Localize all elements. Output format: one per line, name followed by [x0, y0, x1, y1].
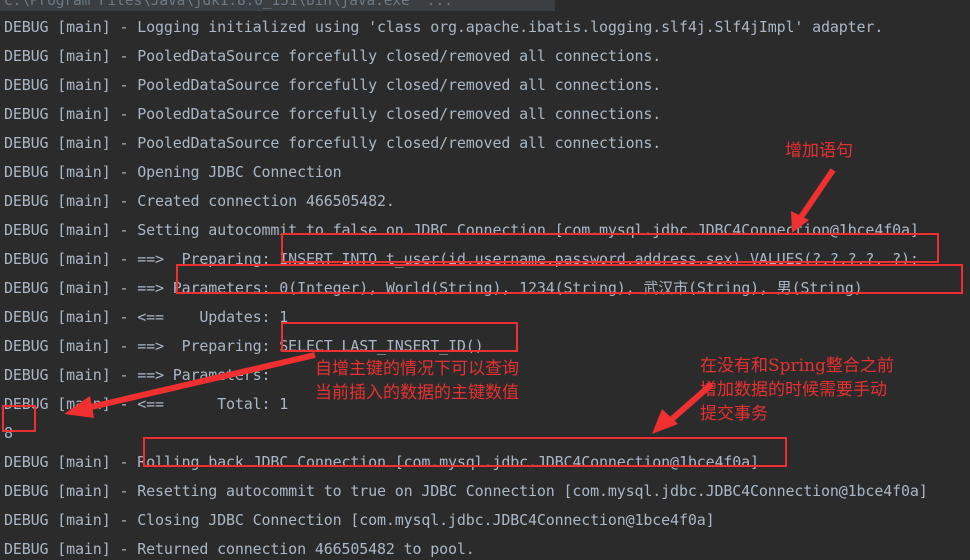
log-line: DEBUG [main] - Closing JDBC Connection […: [4, 511, 715, 529]
annotation-transaction-line2: 增加数据的时候需要手动: [700, 380, 887, 400]
annotation-transaction-line1: 在没有和Spring整合之前: [700, 356, 894, 376]
log-line: DEBUG [main] - Created connection 466505…: [4, 192, 395, 210]
log-line: DEBUG [main] - PooledDataSource forceful…: [4, 105, 662, 123]
log-line: DEBUG [main] - Setting autocommit to fal…: [4, 221, 919, 239]
log-line: DEBUG [main] - PooledDataSource forceful…: [4, 76, 662, 94]
log-line: DEBUG [main] - <== Updates: 1: [4, 308, 289, 326]
log-line-total: DEBUG [main] - <== Total: 1: [4, 395, 289, 413]
annotation-autoincrement-key-line1: 自增主键的情况下可以查询: [315, 359, 519, 379]
log-line: DEBUG [main] - ==> Parameters:: [4, 366, 280, 384]
log-line: DEBUG [main] - Returned connection 46650…: [4, 540, 475, 558]
log-line-select-lastid: DEBUG [main] - ==> Preparing: SELECT LAS…: [4, 337, 484, 355]
generated-key-output: 8: [4, 424, 14, 442]
log-line-rollback: DEBUG [main] - Rolling back JDBC Connect…: [4, 453, 759, 471]
log-line: DEBUG [main] - PooledDataSource forceful…: [4, 134, 662, 152]
log-line: DEBUG [main] - Resetting autocommit to t…: [4, 482, 928, 500]
console-screenshot: C:\Program Files\Java\jdk1.8.0_151\bin\j…: [0, 0, 970, 560]
annotation-insert-statement: 增加语句: [785, 141, 853, 161]
log-line: DEBUG [main] - Opening JDBC Connection: [4, 163, 342, 181]
log-line: DEBUG [main] - PooledDataSource forceful…: [4, 47, 662, 65]
annotation-autoincrement-key-line2: 当前插入的数据的主键数值: [315, 383, 519, 403]
clipped-command-line: C:\Program Files\Java\jdk1.8.0_151\bin\j…: [4, 0, 453, 9]
log-line-insert: DEBUG [main] - ==> Preparing: INSERT INT…: [4, 250, 919, 268]
log-line-parameters: DEBUG [main] - ==> Parameters: 0(Integer…: [4, 279, 863, 297]
log-line: DEBUG [main] - Logging initialized using…: [4, 18, 884, 36]
annotation-transaction-line3: 提交事务: [700, 404, 768, 424]
scrolled-top-strip: C:\Program Files\Java\jdk1.8.0_151\bin\j…: [0, 0, 555, 11]
